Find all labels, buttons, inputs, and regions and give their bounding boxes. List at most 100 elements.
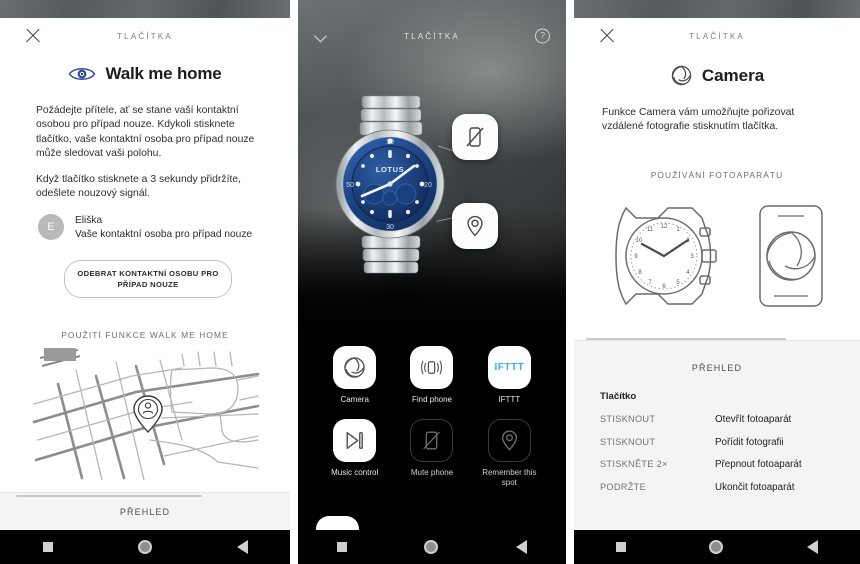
map-building [44,348,76,361]
location-pin-icon [501,430,517,451]
shutter-icon [671,65,692,86]
panel-walk-me-home: TLAČÍTKA Walk me home Požádejte přítele,… [0,0,290,564]
square-recents-icon[interactable] [336,542,347,552]
svg-text:6: 6 [662,284,666,290]
app-tile [333,419,377,462]
panel3-header: TLAČÍTKA [574,18,860,54]
table-column-header: Tlačítko [600,391,637,402]
svg-text:20: 20 [424,182,432,189]
scroll-indicator [16,495,202,497]
feature-title-row: Walk me home [0,64,290,84]
app-label: IFTTT [498,395,521,404]
table-row: PODRŽTE Ukončit fotoaparát [600,482,860,493]
app-tile: IFTTT [487,346,531,389]
app-cell-remember-spot[interactable]: Remember this spot [471,419,548,488]
avatar: E [38,214,64,240]
app-tile [333,346,377,389]
action-gesture: STISKNOUT [600,414,656,424]
overview-label: PŘEHLED [691,363,743,373]
overview-strip[interactable]: PŘEHLED [0,492,290,530]
action-result: Pořídit fotografii [715,436,784,448]
next-row-peek [316,516,359,530]
map-illustration [32,344,260,480]
app-cell-ifttt[interactable]: IFTTT IFTTT [471,346,548,405]
mute-phone-button[interactable] [452,114,498,160]
svg-text:11: 11 [647,227,654,233]
screen-title: TLAČÍTKA [689,31,745,41]
analog-watch-icon [615,206,717,306]
app-grid: Camera Find phone IFTTT IFTTT Music cont… [316,346,548,488]
panel1-description: Požádejte přítele, ať se stane vaší kont… [36,104,264,202]
app-label: Camera [340,395,369,404]
shutter-icon [344,357,365,378]
table-row: STISKNOUT Pořídit fotografii [600,437,860,448]
svg-text:3: 3 [690,254,694,260]
app-label: Remember this spot [482,468,537,487]
panel2-header: TLAČÍTKA ? [298,22,566,50]
emergency-contact-row: E Eliška Vaše kontaktní osoba pro případ… [38,214,252,241]
action-result: Přepnout fotoaparát [715,459,802,470]
screen-title: TLAČÍTKA [404,31,460,41]
square-recents-icon[interactable] [42,542,53,552]
app-cell-mute-phone[interactable]: Mute phone [393,419,470,488]
app-cell-find-phone[interactable]: Find phone [393,346,470,405]
watch-brand-text: LOTUS [376,165,404,174]
app-tile [487,419,531,462]
triangle-back-icon[interactable] [236,540,248,554]
three-panel-screenshot: TLAČÍTKA Walk me home Požádejte přítele,… [0,0,860,564]
contact-name: Eliška [75,215,103,226]
remember-spot-button[interactable] [452,203,498,249]
panel-buttons-overview: TLAČÍTKA ? 20 30 50 LOTUS Camera Find ph… [298,0,566,564]
svg-text:12: 12 [661,224,668,230]
panel3-description: Funkce Camera vám umožňujte pořizovat vz… [602,106,838,135]
photo-strip [0,0,290,18]
app-tile [410,419,454,462]
close-icon[interactable] [24,27,42,45]
svg-text:30: 30 [386,224,394,231]
app-cell-music-control[interactable]: Music control [316,419,393,488]
svg-text:8: 8 [638,270,642,276]
map-caption: POUŽITÍ FUNKCE WALK ME HOME [61,330,229,340]
scroll-indicator [586,338,786,340]
svg-text:50: 50 [346,182,354,189]
action-result: Otevřít fotoaparát [715,414,792,425]
description-paragraph-1: Požádejte přítele, ať se stane vaší kont… [36,105,255,159]
help-circle-icon[interactable]: ? [535,28,550,44]
app-label: Mute phone [410,468,454,477]
action-gesture: PODRŽTE [600,481,646,492]
action-gesture: STISKNOUT [600,436,656,447]
app-cell-camera[interactable]: Camera [316,346,393,405]
ifttt-logo: IFTTT [494,362,525,373]
description-paragraph-2: Když tlačítko stisknete a 3 sekundy přid… [36,174,242,200]
svg-text:9: 9 [634,254,638,260]
close-icon[interactable] [598,27,616,45]
contact-role: Vaše kontaktní osoba pro případ nouze [75,228,253,240]
svg-text:1: 1 [676,227,680,233]
watch-product-image: 1020 3050 [318,94,466,274]
circle-home-icon[interactable] [424,540,439,554]
app-grid-container: Camera Find phone IFTTT IFTTT Music cont… [298,330,566,530]
circle-home-icon[interactable] [709,540,724,554]
panel1-header: TLAČÍTKA [0,18,290,54]
eye-icon [69,68,96,80]
phone-shutter-icon [759,205,823,307]
page-title: Walk me home [105,64,222,83]
triangle-back-icon[interactable] [807,540,819,554]
screen-title: TLAČÍTKA [117,31,173,41]
android-navbar [574,530,860,564]
android-navbar [298,530,566,564]
svg-text:4: 4 [686,270,690,276]
circle-home-icon[interactable] [137,540,152,554]
action-result: Ukončit fotoaparát [715,481,795,493]
app-label: Find phone [411,395,452,404]
svg-text:7: 7 [648,280,652,286]
square-recents-icon[interactable] [615,542,626,552]
triangle-back-icon[interactable] [516,540,528,554]
overview-label: PŘEHLED [119,507,171,517]
phone-mute-icon [466,127,484,147]
remove-emergency-contact-button[interactable]: ODEBRAT KONTAKTNÍ OSOBU PRO PŘÍPAD NOUZE [64,260,232,298]
panel-camera: TLAČÍTKA Camera Funkce Camera vám umožňu… [574,0,860,564]
svg-text:5: 5 [676,280,680,286]
usage-caption: POUŽÍVÁNÍ FOTOAPARÁTU [650,170,784,180]
table-row: STISKNĚTE 2× Přepnout fotoaparát [600,459,860,470]
